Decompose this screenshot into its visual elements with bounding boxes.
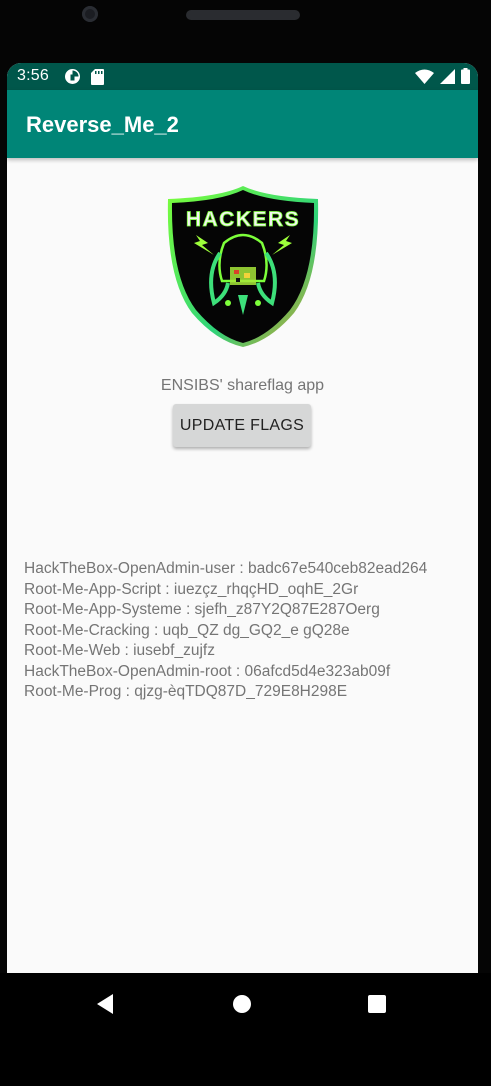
navigation-bar (0, 973, 491, 1086)
flag-item: Root-Me-App-Systeme : sjefh_z87Y2Q87E287… (24, 601, 380, 618)
update-flags-button[interactable]: UPDATE FLAGS (173, 404, 311, 447)
battery-icon (461, 68, 470, 89)
flag-item: Root-Me-App-Script : iuezçz_rhqçHD_oqhE_… (24, 580, 359, 598)
wifi-icon (415, 69, 434, 89)
flag-list: HackTheBox-OpenAdmin-user : badc67e540ce… (24, 559, 427, 703)
phone-frame: 3:56 Reverse_Me_2 HACKERS ENSIBS' sharef… (0, 0, 491, 1086)
home-icon[interactable] (227, 989, 257, 1019)
logo-text: HACKERS (186, 208, 300, 231)
flag-item: Root-Me-Prog : qjzg-èqTDQ87D_729E8H298E (24, 683, 348, 700)
back-icon[interactable] (90, 989, 120, 1019)
status-system-icons (415, 68, 470, 89)
app-bar: Reverse_Me_2 (7, 90, 478, 158)
flag-item: Root-Me-Cracking : uqb_QZ dg_GQ2_e gQ28e (24, 621, 350, 639)
pie-notification-icon (64, 68, 81, 90)
status-bar: 3:56 (7, 63, 478, 90)
screen: 3:56 Reverse_Me_2 HACKERS ENSIBS' sharef… (7, 63, 478, 1086)
status-notification-icons (64, 68, 104, 90)
flag-item: HackTheBox-OpenAdmin-root : 06afcd5d4e32… (24, 662, 391, 680)
earpiece-speaker (186, 10, 300, 20)
app-title: Reverse_Me_2 (26, 112, 179, 137)
app-subtitle: ENSIBS' shareflag app (160, 377, 325, 394)
sd-card-icon (91, 68, 104, 90)
recents-icon[interactable] (362, 989, 392, 1019)
front-camera (82, 6, 98, 22)
hackers-logo: HACKERS (166, 183, 320, 349)
status-time: 3:56 (17, 67, 49, 84)
flag-item: HackTheBox-OpenAdmin-user : badc67e540ce… (24, 560, 428, 577)
signal-icon (440, 68, 455, 89)
flag-item: Root-Me-Web : iusebf_zujfz (24, 642, 215, 659)
